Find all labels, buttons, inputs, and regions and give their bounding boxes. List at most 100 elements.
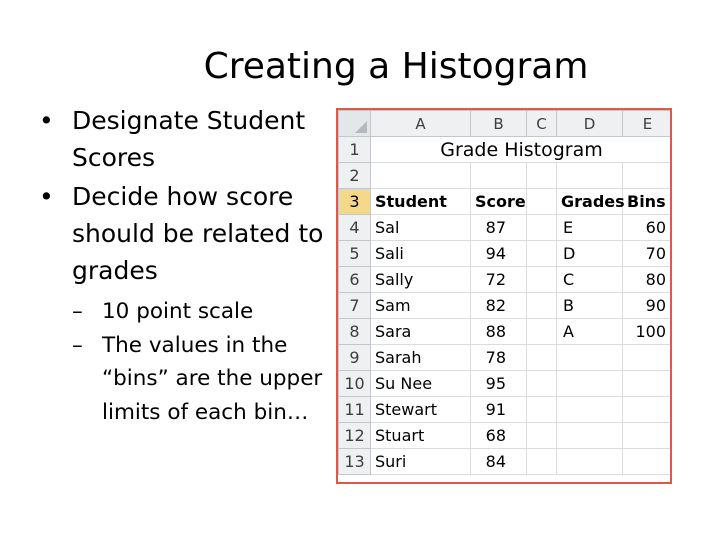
- row-header[interactable]: 6: [338, 266, 371, 293]
- cell[interactable]: [526, 422, 557, 449]
- cell[interactable]: [622, 344, 670, 371]
- slide-title: Creating a Histogram: [203, 46, 589, 87]
- column-header-e[interactable]: E: [622, 110, 670, 137]
- cell[interactable]: [622, 448, 670, 475]
- sheet-row: 5 Sali 94 D 70: [338, 240, 670, 267]
- cell[interactable]: [526, 318, 557, 345]
- bullet-mark: •: [39, 182, 54, 211]
- score-cell[interactable]: 94: [470, 240, 527, 267]
- cell[interactable]: [526, 292, 557, 319]
- cell[interactable]: [622, 396, 670, 423]
- cell[interactable]: [556, 422, 623, 449]
- score-cell[interactable]: 82: [470, 292, 527, 319]
- bin-cell[interactable]: 100: [622, 318, 670, 345]
- cell[interactable]: [526, 240, 557, 267]
- cell[interactable]: [526, 188, 557, 215]
- cell[interactable]: [470, 162, 527, 189]
- score-cell[interactable]: 84: [470, 448, 527, 475]
- cell[interactable]: [526, 370, 557, 397]
- sub-bullet-text: The values in the “bins” are the upper l…: [102, 332, 323, 425]
- column-header-c[interactable]: C: [526, 110, 557, 137]
- row-header[interactable]: 10: [338, 370, 371, 397]
- select-all-corner[interactable]: [338, 110, 371, 137]
- row-header-active[interactable]: 3: [338, 188, 371, 215]
- cell[interactable]: [556, 396, 623, 423]
- bullet-item: • Designate Student Scores: [34, 102, 324, 176]
- column-header-a[interactable]: A: [370, 110, 471, 137]
- cell[interactable]: [556, 344, 623, 371]
- student-name-cell[interactable]: Sam: [370, 292, 471, 319]
- header-cell-student[interactable]: Student: [370, 188, 471, 215]
- student-name-cell[interactable]: Sally: [370, 266, 471, 293]
- bin-cell[interactable]: 80: [622, 266, 670, 293]
- cell[interactable]: [622, 370, 670, 397]
- sheet-row: 12 Stuart 68: [338, 422, 670, 449]
- score-cell[interactable]: 87: [470, 214, 527, 241]
- student-name-cell[interactable]: Sarah: [370, 344, 471, 371]
- header-cell-grades[interactable]: Grades: [556, 188, 625, 215]
- sheet-row: 4 Sal 87 E 60: [338, 214, 670, 241]
- row-header[interactable]: 7: [338, 292, 371, 319]
- cell[interactable]: [622, 422, 670, 449]
- row-header[interactable]: 13: [338, 448, 371, 475]
- sheet-row: 9 Sarah 78: [338, 344, 670, 371]
- cell[interactable]: [370, 162, 471, 189]
- score-cell[interactable]: 72: [470, 266, 527, 293]
- row-header[interactable]: 4: [338, 214, 371, 241]
- score-cell[interactable]: 88: [470, 318, 527, 345]
- row-header[interactable]: 5: [338, 240, 371, 267]
- sub-bullet-list: – 10 point scale – The values in the “bi…: [34, 295, 324, 429]
- sheet-row: 10 Su Nee 95: [338, 370, 670, 397]
- score-cell[interactable]: 68: [470, 422, 527, 449]
- cell[interactable]: [526, 214, 557, 241]
- cell[interactable]: [556, 448, 623, 475]
- sheet-row: 6 Sally 72 C 80: [338, 266, 670, 293]
- student-name-cell[interactable]: Suri: [370, 448, 471, 475]
- column-header-b[interactable]: B: [470, 110, 527, 137]
- grade-cell[interactable]: E: [556, 214, 623, 241]
- sheet-row: 3 Student Score Grades Bins: [338, 188, 670, 215]
- bullet-text: Designate Student Scores: [72, 106, 306, 172]
- sheet-title-cell[interactable]: Grade Histogram: [370, 136, 670, 163]
- column-header-row: A B C D E: [338, 110, 670, 137]
- cell[interactable]: [526, 266, 557, 293]
- row-header[interactable]: 1: [338, 136, 371, 163]
- cell[interactable]: [556, 370, 623, 397]
- student-name-cell[interactable]: Sara: [370, 318, 471, 345]
- row-header[interactable]: 2: [338, 162, 371, 189]
- cell[interactable]: [556, 162, 623, 189]
- score-cell[interactable]: 95: [470, 370, 527, 397]
- header-cell-score[interactable]: Score: [470, 188, 527, 215]
- header-cell-bins[interactable]: Bins: [622, 188, 670, 215]
- sheet-row: 8 Sara 88 A 100: [338, 318, 670, 345]
- student-name-cell[interactable]: Sali: [370, 240, 471, 267]
- bullet-list: • Designate Student Scores • Decide how …: [34, 102, 324, 429]
- student-name-cell[interactable]: Stuart: [370, 422, 471, 449]
- cell[interactable]: [526, 448, 557, 475]
- spreadsheet-grid: A B C D E 1 Grade Histogram 2 3 Student …: [338, 110, 670, 475]
- score-cell[interactable]: 91: [470, 396, 527, 423]
- cell[interactable]: [622, 162, 670, 189]
- grade-cell[interactable]: A: [556, 318, 623, 345]
- sheet-row: 2: [338, 162, 670, 189]
- student-name-cell[interactable]: Sal: [370, 214, 471, 241]
- row-header[interactable]: 12: [338, 422, 371, 449]
- cell[interactable]: [526, 396, 557, 423]
- row-header[interactable]: 9: [338, 344, 371, 371]
- score-cell[interactable]: 78: [470, 344, 527, 371]
- bin-cell[interactable]: 60: [622, 214, 670, 241]
- cell[interactable]: [526, 162, 557, 189]
- row-header[interactable]: 8: [338, 318, 371, 345]
- student-name-cell[interactable]: Su Nee: [370, 370, 471, 397]
- student-name-cell[interactable]: Stewart: [370, 396, 471, 423]
- grade-cell[interactable]: C: [556, 266, 623, 293]
- bin-cell[interactable]: 70: [622, 240, 670, 267]
- bin-cell[interactable]: 90: [622, 292, 670, 319]
- row-header[interactable]: 11: [338, 396, 371, 423]
- grade-cell[interactable]: D: [556, 240, 623, 267]
- grade-cell[interactable]: B: [556, 292, 623, 319]
- cell[interactable]: [526, 344, 557, 371]
- bullet-item: • Decide how score should be related to …: [34, 178, 324, 289]
- column-header-d[interactable]: D: [556, 110, 623, 137]
- sheet-row: 7 Sam 82 B 90: [338, 292, 670, 319]
